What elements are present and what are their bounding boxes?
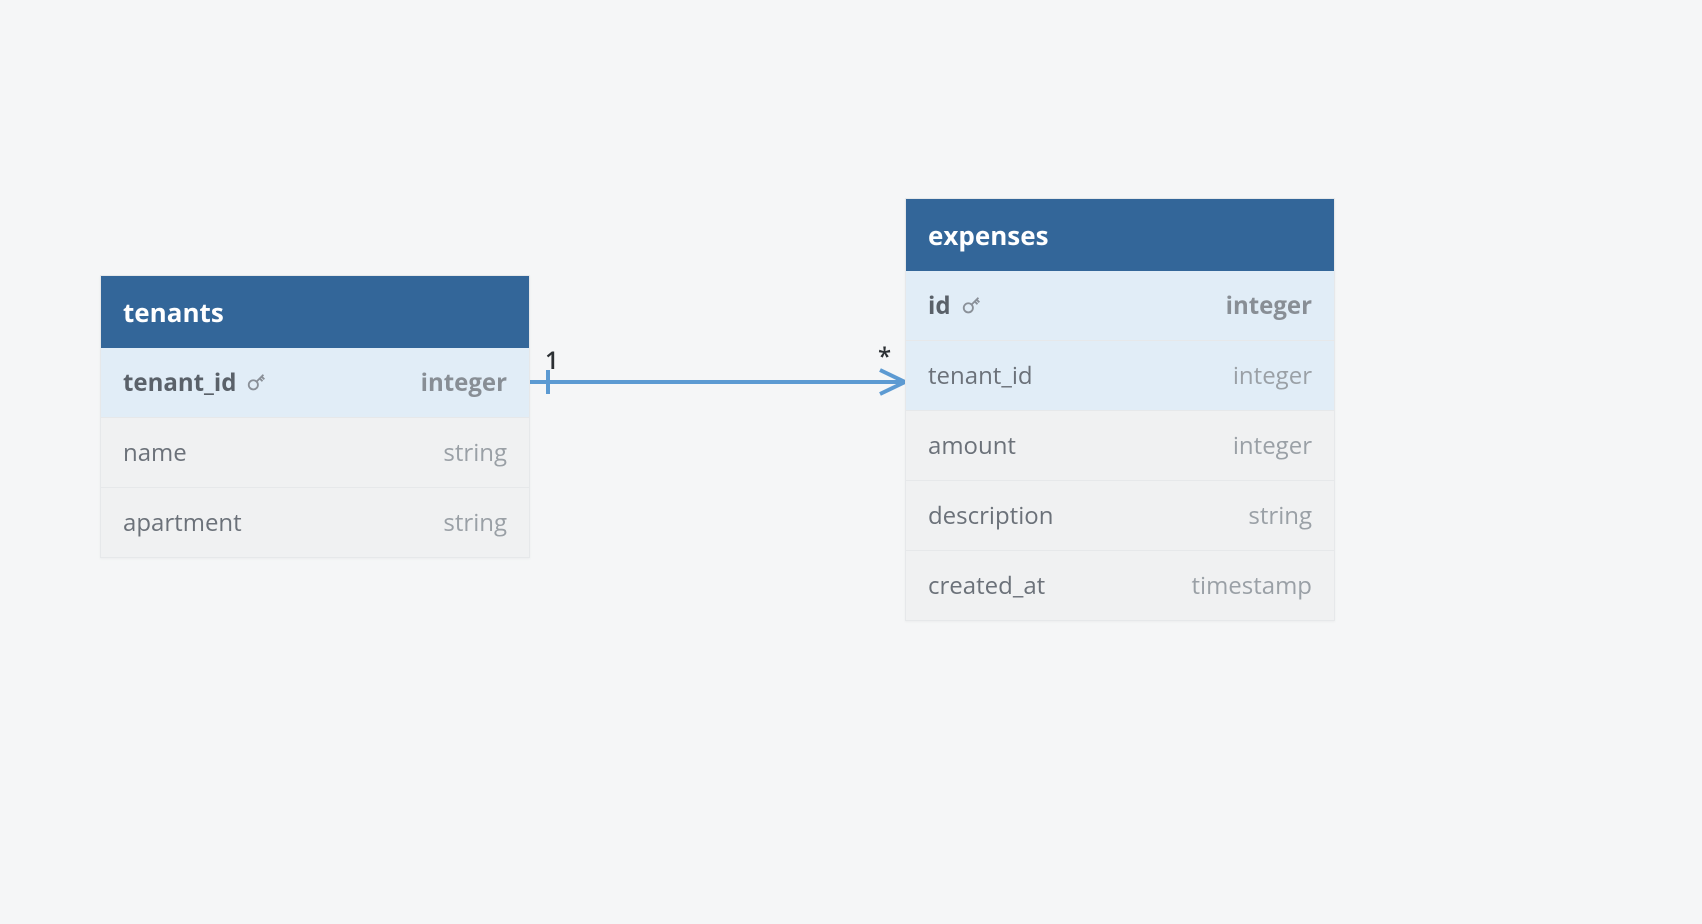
expenses-row-tenant_id[interactable]: tenant_id integer bbox=[906, 340, 1334, 410]
column-type: timestamp bbox=[1191, 569, 1312, 602]
entity-expenses-header: expenses bbox=[906, 199, 1334, 271]
column-type: string bbox=[443, 436, 507, 469]
column-type: string bbox=[443, 506, 507, 539]
column-name: name bbox=[123, 436, 187, 469]
primary-key-icon bbox=[961, 295, 983, 317]
column-name: tenant_id bbox=[123, 366, 268, 399]
entity-tenants[interactable]: tenants tenant_id integer name string ap… bbox=[100, 275, 530, 558]
tenants-row-name[interactable]: name string bbox=[101, 417, 529, 487]
column-type: integer bbox=[1233, 359, 1312, 392]
column-name: description bbox=[928, 499, 1053, 532]
expenses-row-description[interactable]: description string bbox=[906, 480, 1334, 550]
expenses-row-created_at[interactable]: created_at timestamp bbox=[906, 550, 1334, 620]
column-type: string bbox=[1248, 499, 1312, 532]
column-name: id bbox=[928, 289, 983, 322]
expenses-row-amount[interactable]: amount integer bbox=[906, 410, 1334, 480]
column-type: integer bbox=[421, 366, 507, 399]
column-name: created_at bbox=[928, 569, 1045, 602]
entity-expenses[interactable]: expenses id integer tenant_id integer am… bbox=[905, 198, 1335, 621]
primary-key-icon bbox=[246, 372, 268, 394]
expenses-row-id[interactable]: id integer bbox=[906, 271, 1334, 340]
tenants-row-tenant_id[interactable]: tenant_id integer bbox=[101, 348, 529, 417]
column-name: apartment bbox=[123, 506, 242, 539]
er-diagram-canvas: 1 * tenants tenant_id integer name strin… bbox=[0, 0, 1702, 924]
cardinality-many-label: * bbox=[878, 340, 891, 373]
column-type: integer bbox=[1233, 429, 1312, 462]
entity-tenants-header: tenants bbox=[101, 276, 529, 348]
column-type: integer bbox=[1226, 289, 1312, 322]
cardinality-one-label: 1 bbox=[545, 344, 559, 377]
column-name: amount bbox=[928, 429, 1016, 462]
tenants-row-apartment[interactable]: apartment string bbox=[101, 487, 529, 557]
column-name: tenant_id bbox=[928, 359, 1033, 392]
